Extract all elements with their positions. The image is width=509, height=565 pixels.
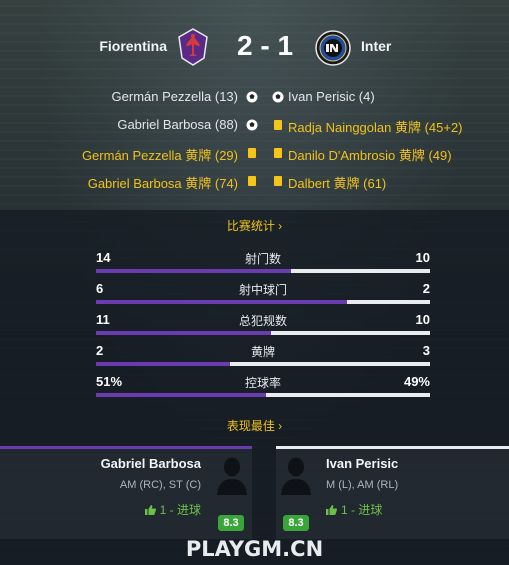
away-event-text[interactable]: Danilo D'Ambrosio 黄牌 (49) <box>288 145 452 164</box>
stat-row: 11 总犯规数 10 <box>96 312 430 342</box>
best-players-link[interactable]: 表现最佳 › <box>0 417 509 434</box>
home-event-text[interactable]: Germán Pezzella 黄牌 (29) <box>82 145 238 164</box>
ball-icon <box>246 91 258 103</box>
thumbs-up-icon <box>144 505 156 515</box>
ball-icon <box>272 91 284 103</box>
away-event-text[interactable]: Radja Nainggolan 黄牌 (45+2) <box>288 117 463 136</box>
home-player-positions: AM (RC), ST (C) <box>119 479 201 491</box>
inter-crest-icon[interactable] <box>315 30 351 66</box>
home-player-rating: 8.3 <box>218 515 244 531</box>
away-player-rating: 8.3 <box>283 515 309 531</box>
stat-row: 14 射门数 10 <box>96 250 430 280</box>
home-player-name[interactable]: Gabriel Barbosa <box>101 456 201 471</box>
stat-bar <box>96 331 430 335</box>
stat-away-value: 3 <box>422 343 430 358</box>
stat-away-value: 49% <box>403 374 430 389</box>
event-row: Gabriel Barbosa 黄牌 (74) Dalbert 黄牌 (61) <box>0 171 509 191</box>
score-header: Fiorentina 2 - 1 Inter <box>0 26 509 70</box>
away-player-goals-text: 1 - 进球 <box>341 503 383 517</box>
home-team-name[interactable]: Fiorentina <box>99 38 167 54</box>
home-player-goals: 1 - 进球 <box>144 501 201 518</box>
stat-bar <box>96 269 430 273</box>
stat-bar-home-fill <box>96 300 347 304</box>
yellow-card-icon <box>246 147 258 159</box>
away-event-text[interactable]: Dalbert 黄牌 (61) <box>288 173 386 192</box>
stat-bar <box>96 362 430 366</box>
away-team-name[interactable]: Inter <box>361 38 391 54</box>
fiorentina-crest-icon[interactable] <box>178 28 208 66</box>
stat-label: 射中球门 <box>238 283 287 297</box>
stat-bar-home-fill <box>96 393 267 397</box>
event-row: Germán Pezzella 黄牌 (29) Danilo D'Ambrosi… <box>0 143 509 163</box>
stat-bar <box>96 300 430 304</box>
stat-row: 2 黄牌 3 <box>96 343 430 373</box>
stat-label: 控球率 <box>244 376 281 390</box>
yellow-card-icon <box>272 119 284 131</box>
watermark: PLAYGM.CN <box>185 537 324 561</box>
home-player-goals-text: 1 - 进球 <box>159 503 201 517</box>
home-event-text[interactable]: Germán Pezzella (13) <box>112 89 238 104</box>
away-event-text[interactable]: Ivan Perisic (4) <box>288 89 375 104</box>
event-row: Gabriel Barbosa (88) Radja Nainggolan 黄牌… <box>0 115 509 135</box>
yellow-card-icon <box>246 175 258 187</box>
player-silhouette-icon <box>279 455 313 495</box>
yellow-card-icon <box>272 147 284 159</box>
stat-row: 6 射中球门 2 <box>96 281 430 311</box>
ball-icon <box>246 119 258 131</box>
event-row: Germán Pezzella (13) Ivan Perisic (4) <box>0 87 509 107</box>
stat-away-value: 2 <box>422 281 430 296</box>
stat-away-value: 10 <box>415 312 430 327</box>
home-event-text[interactable]: Gabriel Barbosa (88) <box>117 117 238 132</box>
home-event-text[interactable]: Gabriel Barbosa 黄牌 (74) <box>88 173 238 192</box>
away-player-goals: 1 - 进球 <box>326 501 382 518</box>
stat-bar <box>96 393 430 397</box>
stat-label: 射门数 <box>244 252 281 266</box>
stat-row: 51% 控球率 49% <box>96 374 430 404</box>
stat-label: 黄牌 <box>250 345 275 359</box>
match-score: 2 - 1 <box>236 30 294 61</box>
away-player-name[interactable]: Ivan Perisic <box>326 456 398 471</box>
stat-bar-home-fill <box>96 331 272 335</box>
thumbs-up-icon <box>326 505 337 515</box>
match-stats-link[interactable]: 比赛统计 › <box>0 217 509 234</box>
stat-bar-home-fill <box>96 362 230 366</box>
yellow-card-icon <box>272 175 284 187</box>
stat-bar-home-fill <box>96 269 291 273</box>
away-player-positions: M (L), AM (RL) <box>326 479 399 491</box>
stat-away-value: 10 <box>415 250 430 265</box>
stat-label: 总犯规数 <box>238 314 287 328</box>
player-silhouette-icon <box>215 455 249 495</box>
